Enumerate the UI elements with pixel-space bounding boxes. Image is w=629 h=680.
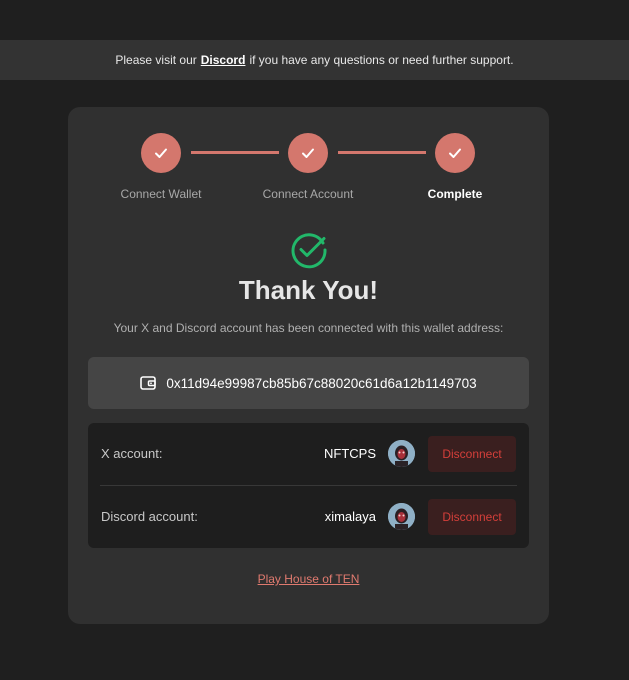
banner-suffix: if you have any questions or need furthe… <box>249 53 514 67</box>
step-1-label: Connect Wallet <box>120 187 202 201</box>
check-icon <box>155 148 167 158</box>
support-banner: Please visit our Discord if you have any… <box>0 40 629 80</box>
result-subtitle: Your X and Discord account has been conn… <box>113 321 504 335</box>
x-account-name: NFTCPS <box>324 446 376 461</box>
play-house-of-ten-link[interactable]: Play House of TEN <box>258 572 360 586</box>
discord-account-name: ximalaya <box>324 509 376 524</box>
x-account-label: X account: <box>101 446 163 461</box>
step-2-circle <box>288 133 328 173</box>
discord-link[interactable]: Discord <box>201 53 246 67</box>
x-account-row: X account: NFTCPS Disconnect <box>88 423 529 485</box>
step-3-circle <box>435 133 475 173</box>
step-1-circle <box>141 133 181 173</box>
disconnect-discord-button[interactable]: Disconnect <box>428 499 516 535</box>
page-title: Thank You! <box>238 275 379 305</box>
discord-account-label: Discord account: <box>101 509 198 524</box>
banner-prefix: Please visit our <box>115 53 197 67</box>
disconnect-x-button[interactable]: Disconnect <box>428 436 516 472</box>
wallet-icon <box>140 376 157 390</box>
play-link-container: Play House of TEN <box>68 572 549 586</box>
connected-accounts: X account: NFTCPS Disconnect Discord acc… <box>88 423 529 548</box>
check-icon <box>302 148 314 158</box>
check-circle-icon <box>291 233 327 269</box>
connection-card: Connect Wallet Connect Account Complete … <box>68 107 549 624</box>
step-connector-1 <box>191 151 279 154</box>
step-3-label: Complete <box>427 187 483 201</box>
step-connector-2 <box>338 151 426 154</box>
avatar <box>388 440 415 467</box>
wallet-address: 0x11d94e99987cb85b67c88020c61d6a12b11497… <box>166 375 477 391</box>
discord-account-row: Discord account: ximalaya Disconnect <box>88 486 529 548</box>
progress-stepper: Connect Wallet Connect Account Complete <box>68 107 549 207</box>
check-icon <box>449 148 461 158</box>
avatar <box>388 503 415 530</box>
step-2-label: Connect Account <box>262 187 354 201</box>
wallet-address-box: 0x11d94e99987cb85b67c88020c61d6a12b11497… <box>88 357 529 409</box>
